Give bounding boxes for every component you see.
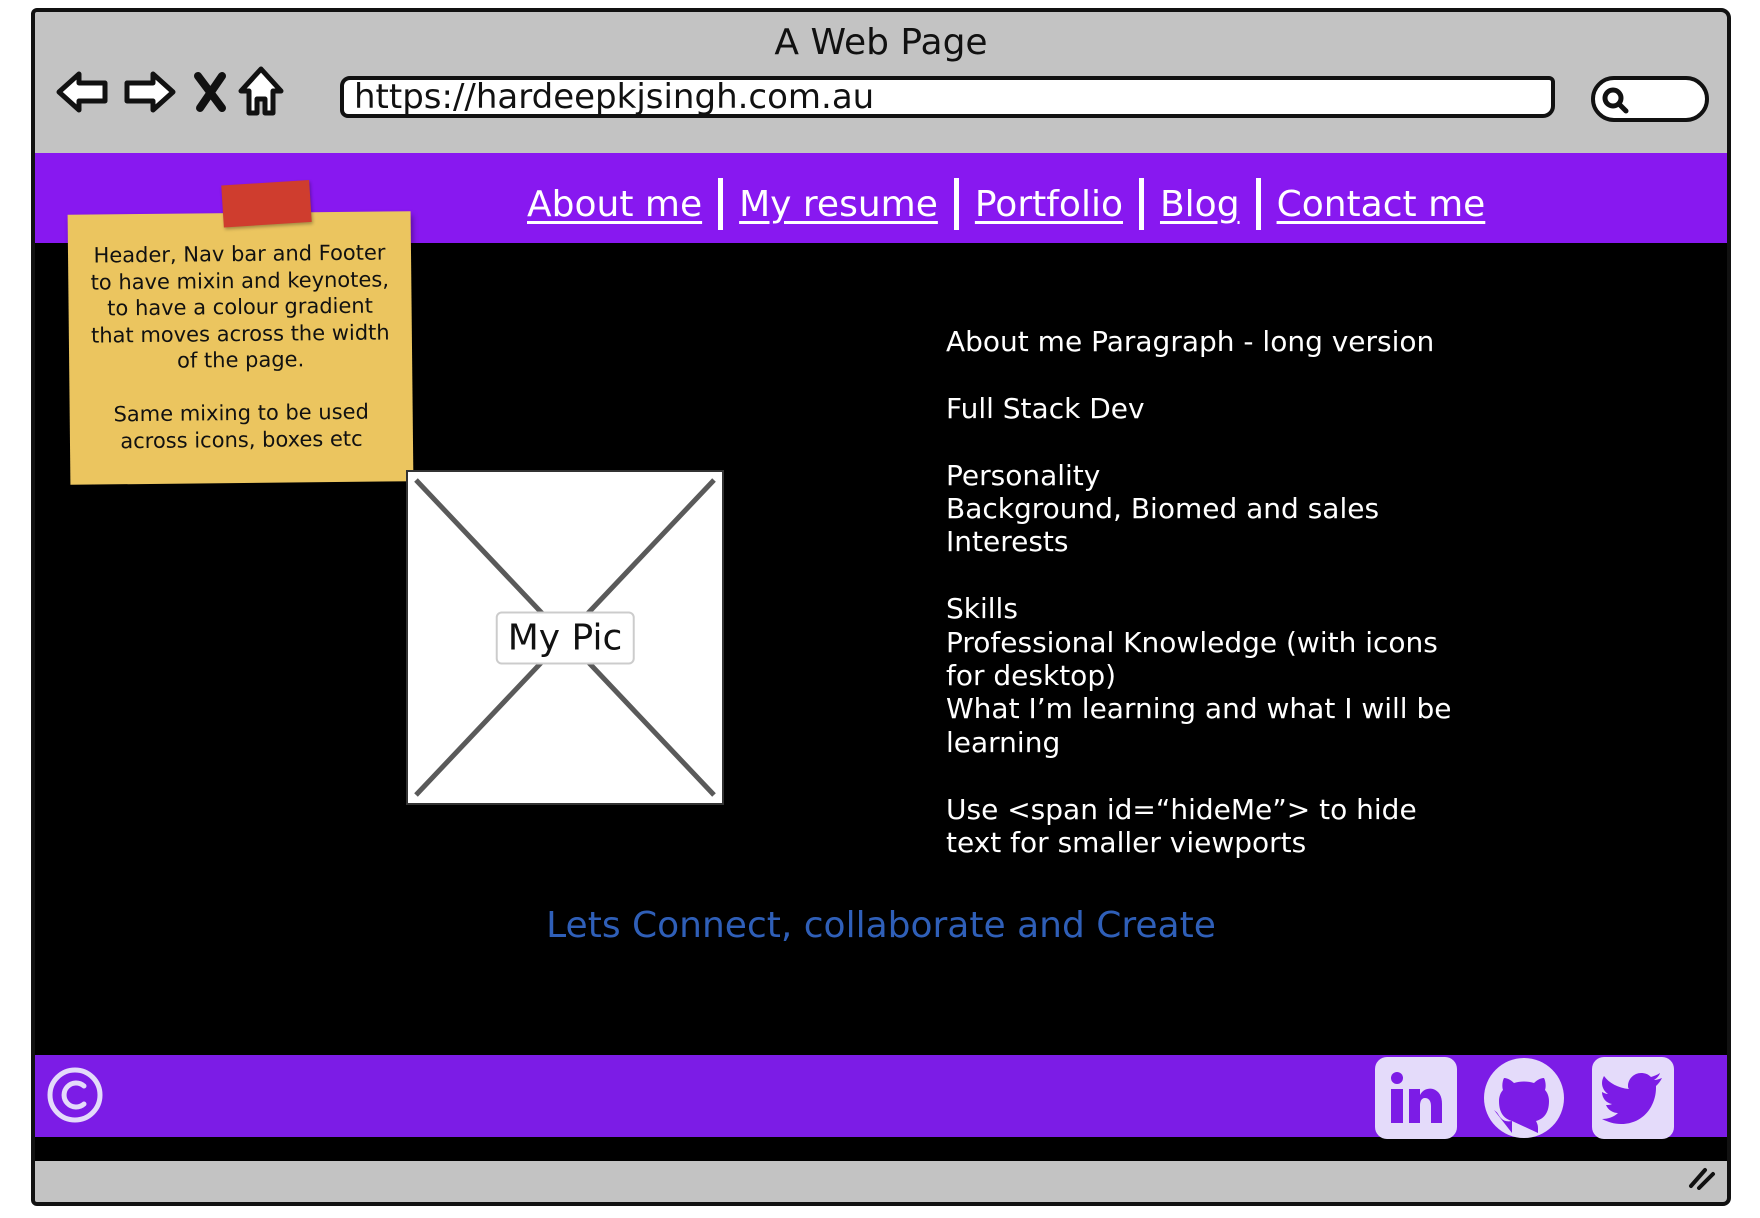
- home-icon: [238, 66, 284, 116]
- search-box[interactable]: [1591, 76, 1709, 122]
- about-line: Personality: [946, 458, 1101, 492]
- sticky-note-line: Same mixing to be used: [113, 399, 369, 427]
- about-line: Professional Knowledge (with icons for d…: [946, 625, 1438, 693]
- forward-button[interactable]: [119, 62, 179, 122]
- about-line: About me Paragraph - long version: [946, 325, 1435, 358]
- footer-bar: [35, 1055, 1727, 1139]
- sticky-note-line: that moves across the width: [90, 319, 390, 348]
- about-line: Skills: [946, 592, 1018, 626]
- twitter-icon[interactable]: [1592, 1057, 1674, 1139]
- nav-blog[interactable]: Blog: [1144, 184, 1256, 225]
- about-line: Background, Biomed and sales: [946, 492, 1380, 525]
- about-line: Interests: [946, 525, 1069, 559]
- sticky-note: Header, Nav bar and Footer to have mixin…: [67, 179, 414, 485]
- nav-portfolio[interactable]: Portfolio: [959, 184, 1139, 225]
- page-viewport: About me My resume Portfolio Blog Contac…: [35, 153, 1727, 1161]
- back-arrow-icon: [56, 71, 108, 113]
- picture-label: My Pic: [495, 611, 635, 664]
- sticky-note-line: Header, Nav bar and Footer: [93, 240, 386, 268]
- close-icon: [194, 72, 226, 112]
- window-title: A Web Page: [774, 22, 988, 63]
- home-button[interactable]: [231, 62, 291, 122]
- linkedin-icon[interactable]: [1375, 1057, 1457, 1139]
- github-icon[interactable]: [1483, 1057, 1565, 1139]
- sticky-note-line: to have mixin and keynotes,: [90, 266, 390, 295]
- about-line: Full Stack Dev: [946, 391, 1145, 425]
- sticky-note-line: across icons, boxes etc: [120, 426, 363, 453]
- resize-grip-icon[interactable]: [1687, 1164, 1717, 1194]
- forward-arrow-icon: [124, 71, 176, 113]
- nav-links: About me My resume Portfolio Blog Contac…: [511, 177, 1501, 231]
- sticky-note-line: to have a colour gradient: [107, 293, 374, 321]
- browser-window: A Web Page https://hardeepkjsingh.com.au: [31, 8, 1731, 1206]
- nav-contact-me[interactable]: Contact me: [1261, 184, 1502, 225]
- about-line: Use <span id=“hideMe”> to hide text for …: [946, 792, 1417, 860]
- search-icon: [1602, 87, 1629, 114]
- copyright-icon: [45, 1065, 105, 1129]
- address-bar[interactable]: https://hardeepkjsingh.com.au: [340, 76, 1555, 118]
- sticky-note-line: of the page.: [176, 347, 305, 373]
- nav-my-resume[interactable]: My resume: [723, 184, 954, 225]
- profile-picture-placeholder: My Pic: [406, 470, 724, 805]
- back-button[interactable]: [53, 62, 113, 122]
- tape: [221, 179, 312, 228]
- about-section: About me Paragraph - long version Full S…: [946, 325, 1476, 859]
- about-line: What I’m learning and what I will be lea…: [946, 692, 1452, 759]
- connect-heading: Lets Connect, collaborate and Create: [546, 905, 1216, 946]
- nav-about-me[interactable]: About me: [511, 184, 718, 225]
